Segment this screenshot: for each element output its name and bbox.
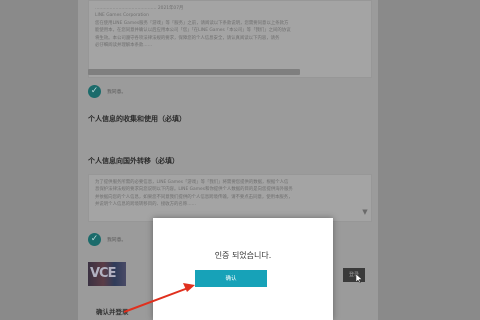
terms-line: 能使用本，在您同意并确认以后应用本公司「您」「在LINE Games「本公司」等… (95, 28, 291, 34)
confirm-button[interactable]: 确认 (195, 270, 267, 287)
terms-line: …………………………………… 2021年07月 (95, 6, 184, 11)
terms-line: 您在使用LINE Games服务「游戏」等「服务」之前，请阅读以下条款说明，您需… (95, 20, 289, 26)
transfer-terms-box[interactable]: 为了提供服务所需的必要信息，LINE Games「游戏」等「我们」将需要您提供的… (88, 174, 372, 222)
bottom-section-title: 确认并登录 (96, 308, 129, 316)
terms-line: 息保护法律法规的要求向您说明以下内容。LINE Games和你提供个人数据的目的… (95, 187, 293, 193)
terms-line: 并依据向您的个人信息，如果您不同意我们提供的个人信息跨境传输，请不要点击同意，使… (95, 194, 293, 200)
check-circle-icon[interactable]: ✓ (88, 232, 101, 246)
section-title-transfer: 个人信息向国外转移（必填） (88, 157, 179, 165)
agree-label: 我同意。 (107, 237, 127, 243)
game-thumbnail: VCE (88, 262, 126, 286)
terms-line: 将生效。本公司遵守各项法律法规的要求，保障您的个人信息安全，请认真阅读以下内容，… (95, 35, 280, 41)
thumbnail-logo-text: VCE (90, 266, 117, 281)
agree-checkbox-2[interactable]: ✓ 我同意。 (88, 231, 126, 247)
section-title-collect: 个人信息的收集和使用（必填） (88, 115, 186, 123)
agree-checkbox-1[interactable]: ✓ 我同意。 (88, 83, 126, 99)
horizontal-scrollbar[interactable] (88, 69, 300, 75)
terms-line: LINE Games Corporation (95, 13, 149, 19)
modal-message: 인증 되었습니다. (214, 251, 272, 260)
check-circle-icon[interactable]: ✓ (88, 84, 101, 98)
page-backdrop: …………………………………… 2021年07月 LINE Games Corpo… (0, 0, 480, 320)
scroll-down-arrow-icon[interactable]: ▼ (361, 208, 369, 216)
terms-line: 为了提供服务所需的必要信息，LINE Games「游戏」等「我们」将需要您提供的… (95, 180, 289, 185)
terms-line: 必仔细阅读并理解本条款…… (95, 43, 153, 49)
terms-line: 并说明个人信息的跨境转移目的、接收方的名称…… (95, 202, 196, 208)
privacy-terms-box[interactable]: …………………………………… 2021年07月 LINE Games Corpo… (88, 0, 372, 78)
verification-modal: 인증 되었습니다. 确认 (153, 218, 333, 320)
agree-label: 我同意。 (107, 89, 127, 95)
mouse-pointer-icon (356, 274, 362, 283)
